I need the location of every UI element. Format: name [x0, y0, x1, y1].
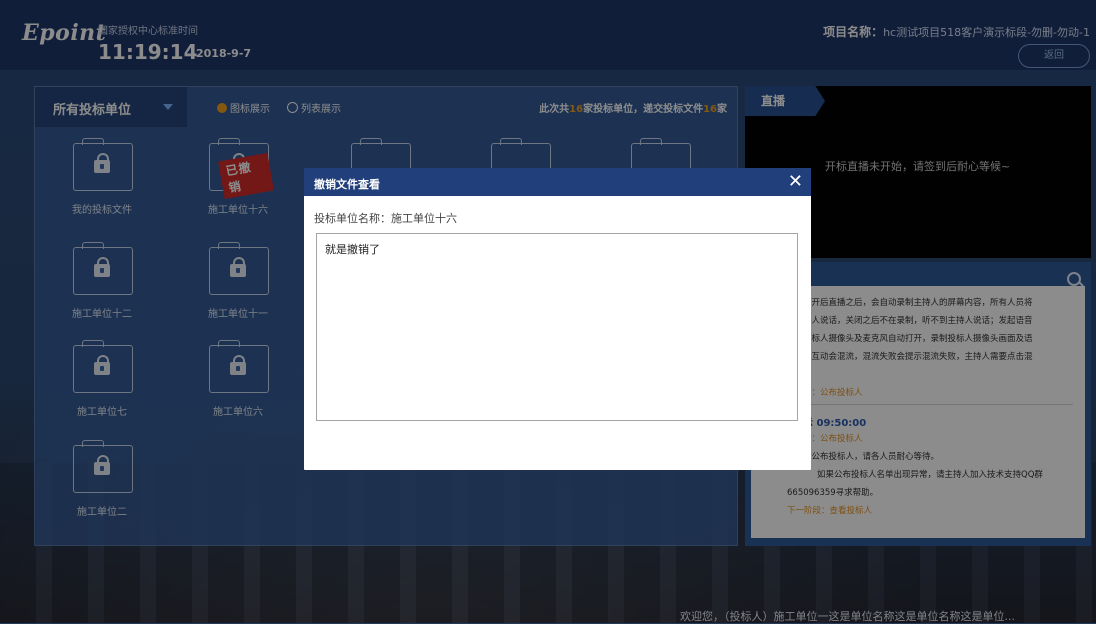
withdrawn-file-dialog: 撤销文件查看 ✕ 投标单位名称：施工单位十六 就是撤销了	[304, 168, 811, 470]
dialog-header: 撤销文件查看 ✕	[304, 168, 811, 196]
bidder-unit-label: 投标单位名称：施工单位十六	[314, 212, 457, 225]
withdraw-reason-textarea[interactable]: 就是撤销了	[316, 233, 798, 421]
close-icon[interactable]: ✕	[788, 171, 803, 193]
dialog-title: 撤销文件查看	[314, 178, 380, 191]
